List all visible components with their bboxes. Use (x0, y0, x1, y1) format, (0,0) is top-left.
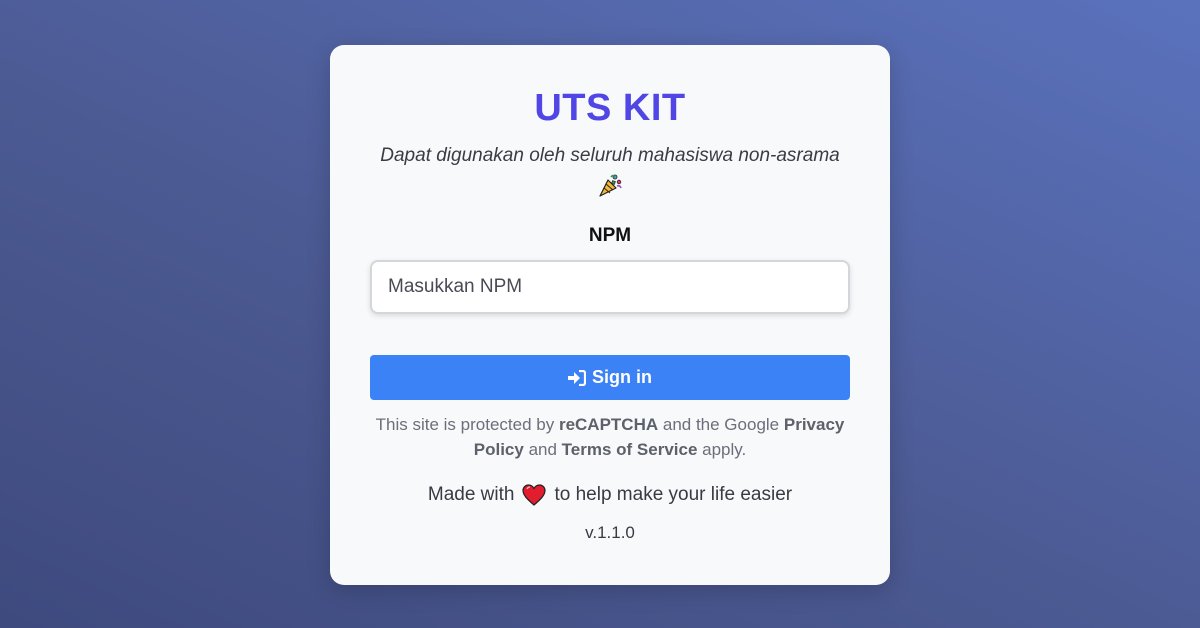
npm-field-wrapper (370, 260, 850, 314)
made-with-suffix: to help make your life easier (554, 484, 793, 505)
recaptcha-text-3: and (523, 440, 562, 459)
npm-label: NPM (588, 225, 632, 246)
terms-of-service-link[interactable]: Terms of Service (562, 440, 698, 459)
app-title: UTS KIT (534, 87, 686, 129)
sign-in-button[interactable]: Sign in (370, 355, 850, 400)
heart-icon (522, 484, 547, 506)
made-with-prefix: Made with (427, 484, 515, 505)
subtitle-emoji (330, 172, 890, 198)
recaptcha-text-4: apply. (697, 440, 747, 459)
recaptcha-text-1: This site is protected by (375, 415, 559, 434)
sign-in-label: Sign in (592, 367, 652, 387)
sign-in-icon (568, 369, 586, 386)
recaptcha-link[interactable]: reCAPTCHA (559, 415, 658, 434)
party-popper-icon (599, 174, 622, 197)
recaptcha-notice: This site is protected by reCAPTCHA and … (370, 412, 850, 462)
version-label: v.1.1.0 (585, 523, 635, 542)
login-card: UTS KIT Dapat digunakan oleh seluruh mah… (330, 45, 890, 585)
made-with-line: Made with to help make your life easier (330, 484, 890, 506)
npm-input[interactable] (370, 260, 850, 314)
app-subtitle: Dapat digunakan oleh seluruh mahasiswa n… (380, 145, 840, 166)
recaptcha-text-2: and the Google (658, 415, 784, 434)
